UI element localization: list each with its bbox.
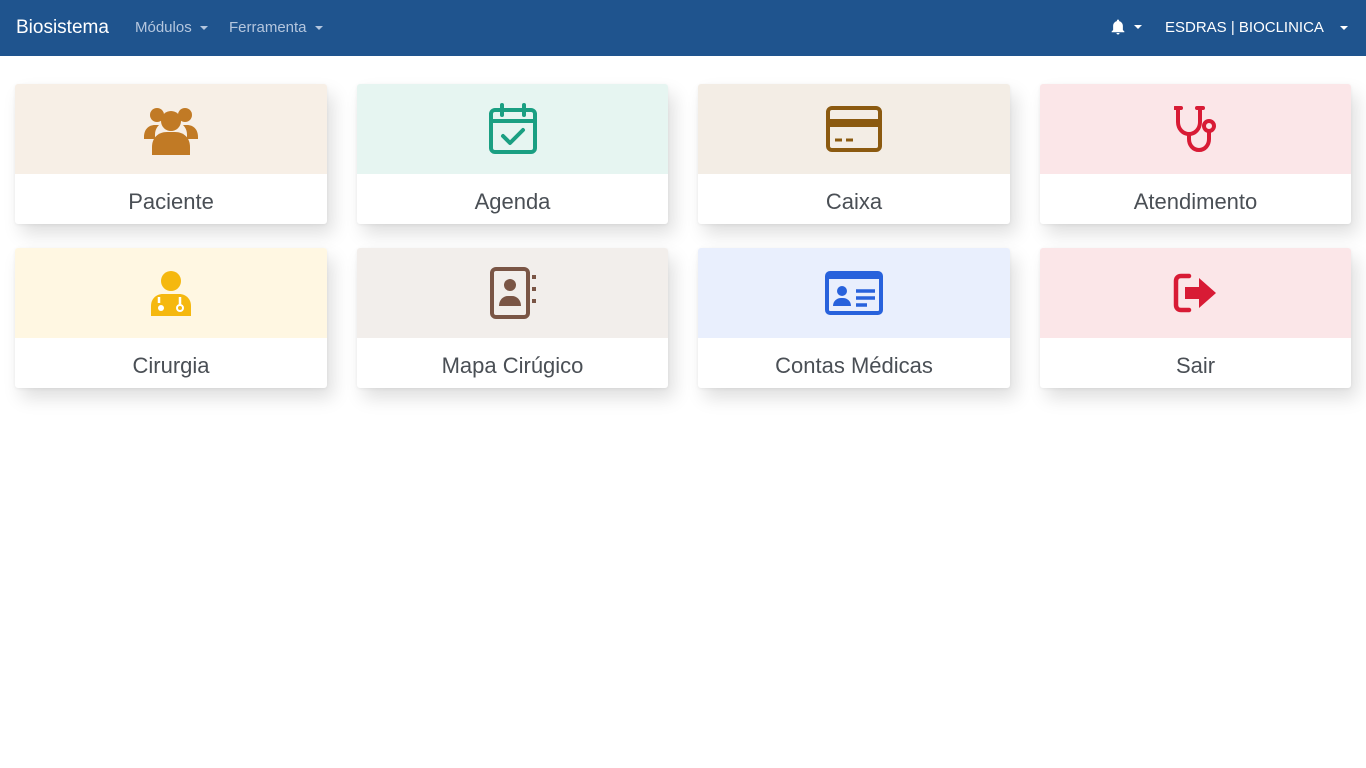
ferramenta-label: Ferramenta <box>229 19 307 36</box>
card-caixa[interactable]: Caixa <box>698 84 1010 224</box>
bell-icon <box>1111 19 1125 35</box>
credit-card-icon <box>826 106 882 152</box>
card-mapa-cirurgico[interactable]: Mapa Cirúgico <box>357 248 668 388</box>
card-cirurgia[interactable]: Cirurgia <box>15 248 327 388</box>
caret-down-icon <box>314 26 323 30</box>
card-label: Contas Médicas <box>775 353 933 378</box>
card-icon-area <box>15 84 327 174</box>
card-atendimento[interactable]: Atendimento <box>1040 84 1351 224</box>
doctor-icon <box>151 271 191 316</box>
card-paciente[interactable]: Paciente <box>15 84 327 224</box>
caret-down-icon <box>1339 26 1348 30</box>
calendar-check-icon <box>488 103 537 154</box>
card-icon-area <box>1040 84 1351 174</box>
card-sair[interactable]: Sair <box>1040 248 1351 388</box>
card-contas-medicas[interactable]: Contas Médicas <box>698 248 1010 388</box>
card-icon-area <box>357 248 668 338</box>
address-book-icon <box>489 267 536 319</box>
top-navbar: Biosistema Módulos Ferramenta ESDRAS | B… <box>0 0 1366 56</box>
users-icon <box>144 108 198 155</box>
card-label: Caixa <box>825 189 883 214</box>
notifications-dropdown[interactable] <box>1109 18 1142 36</box>
card-icon-area <box>357 84 668 174</box>
card-icon-area <box>698 248 1010 338</box>
stethoscope-icon <box>1173 106 1216 153</box>
card-label: Agenda <box>474 189 551 214</box>
card-icon-area <box>1040 248 1351 338</box>
sign-out-icon <box>1173 273 1216 313</box>
card-icon-area <box>15 248 327 338</box>
brand-link[interactable]: Biosistema <box>16 17 109 39</box>
card-icon-area <box>698 84 1010 174</box>
id-card-icon <box>825 271 883 315</box>
card-label: Paciente <box>128 189 214 214</box>
ferramenta-dropdown[interactable]: Ferramenta <box>229 19 323 37</box>
card-label: Mapa Cirúgico <box>441 353 584 378</box>
caret-down-icon <box>1134 25 1142 29</box>
card-label: Sair <box>1175 353 1216 378</box>
card-label: Atendimento <box>1133 189 1258 214</box>
card-agenda[interactable]: Agenda <box>357 84 668 224</box>
modulos-label: Módulos <box>135 19 192 36</box>
caret-down-icon <box>199 26 208 30</box>
card-label: Cirurgia <box>132 353 210 378</box>
user-dropdown[interactable]: ESDRAS | BIOCLINICA <box>1165 19 1348 37</box>
user-label: ESDRAS | BIOCLINICA <box>1165 19 1324 36</box>
modulos-dropdown[interactable]: Módulos <box>135 19 208 37</box>
